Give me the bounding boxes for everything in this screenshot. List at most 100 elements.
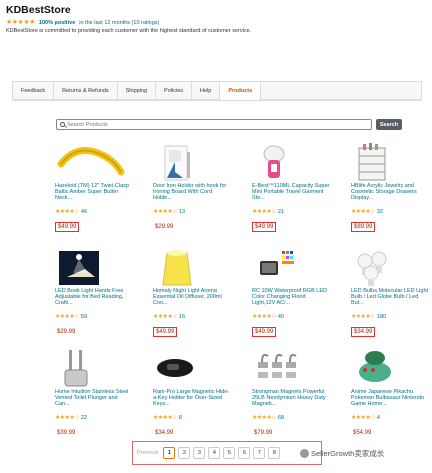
- product-price: $34.99: [351, 327, 376, 337]
- product-title[interactable]: Strongman Magnets Powerful 25LB Neodymiu…: [252, 389, 330, 414]
- bulbasaur-planter-icon[interactable]: [351, 348, 425, 388]
- product-card[interactable]: Anime Japanese Pikachu Pokemon Bulbasaur…: [351, 348, 429, 439]
- product-title[interactable]: RC 10W Waterproof RGB LED Color Changing…: [252, 288, 330, 313]
- tab-feedback[interactable]: Feedback: [13, 82, 55, 99]
- product-title[interactable]: LED Book Light Hands Free Adjustable for…: [55, 288, 133, 313]
- product-price: $39.99: [57, 430, 76, 436]
- product-card[interactable]: Hazeloid (TM) 12" Twist-Clasp Baltic Amb…: [55, 142, 133, 233]
- product-price: $34.99: [155, 430, 174, 436]
- rating-stars-icon: ★★★★☆: [351, 314, 376, 320]
- page-1[interactable]: 1: [163, 447, 176, 459]
- product-price: $89.99: [351, 222, 376, 232]
- book-light-icon[interactable]: [55, 247, 129, 287]
- page-8[interactable]: 8: [268, 447, 281, 459]
- store-tagline: KDBestStore is committed to providing ea…: [6, 28, 252, 34]
- oil-diffuser-icon[interactable]: [153, 247, 227, 287]
- rating-period: in the last 12 months (10 ratings): [79, 19, 160, 26]
- rating-count[interactable]: 22: [81, 415, 87, 421]
- search-icon: [60, 122, 65, 127]
- rating-stars-icon: ★★★★☆: [252, 209, 277, 215]
- rating-count[interactable]: 180: [377, 314, 386, 320]
- product-card[interactable]: LED Bulbs,Molecular LED Light Bulb / Led…: [351, 247, 429, 338]
- page-2[interactable]: 2: [178, 447, 191, 459]
- rating-stars-icon: ★★★★☆: [153, 209, 178, 215]
- product-price: $49.99: [153, 327, 178, 337]
- search-box[interactable]: [56, 119, 372, 130]
- pagination: Previous 1 2 3 4 5 6 7 8: [132, 441, 322, 465]
- key-holder-icon[interactable]: [153, 348, 227, 388]
- rating-stars-icon: ★★★★☆: [351, 415, 376, 421]
- product-title[interactable]: Anime Japanese Pikachu Pokemon Bulbasaur…: [351, 389, 429, 414]
- store-header: KDBestStore ★★★★★ 100% positive in the l…: [6, 4, 426, 34]
- rating-count[interactable]: 59: [81, 314, 87, 320]
- page-5[interactable]: 5: [223, 447, 236, 459]
- rating-count[interactable]: 46: [81, 209, 87, 215]
- product-card[interactable]: Home Intuition Stainless Steel Vented To…: [55, 348, 133, 439]
- product-title[interactable]: Ram-Pro Large Magnetic Hide-a-Key Holder…: [153, 389, 231, 414]
- rating-stars-icon: ★★★★★: [6, 19, 35, 26]
- rating-count[interactable]: 21: [278, 209, 284, 215]
- rating-count[interactable]: 68: [278, 415, 284, 421]
- rating-count[interactable]: 40: [278, 314, 284, 320]
- product-price: $49.99: [252, 222, 277, 232]
- previous-link[interactable]: Previous: [137, 450, 158, 456]
- toilet-plunger-icon[interactable]: [55, 348, 129, 388]
- magnet-hooks-icon[interactable]: [252, 348, 326, 388]
- positive-rate[interactable]: 100% positive: [39, 20, 75, 26]
- led-bulbs-icon[interactable]: [351, 247, 425, 287]
- rating-count[interactable]: 16: [179, 314, 185, 320]
- product-card[interactable]: HBlife Acrylic Jewelry and Cosmetic Stor…: [351, 142, 429, 233]
- watermark: SellerGrowth卖家成长: [300, 448, 384, 459]
- product-title[interactable]: Home Intuition Stainless Steel Vented To…: [55, 389, 133, 414]
- tab-policies[interactable]: Policies: [156, 82, 192, 99]
- product-price: $49.99: [252, 327, 277, 337]
- rating-stars-icon: ★★★★☆: [55, 314, 80, 320]
- rating-stars-icon: ★★★★☆: [55, 209, 80, 215]
- product-search: Search: [56, 119, 402, 131]
- iron-holder-icon[interactable]: [153, 142, 227, 182]
- product-title[interactable]: Homaly Night Light Aroma Essential Oil D…: [153, 288, 231, 313]
- product-title[interactable]: Hazeloid (TM) 12" Twist-Clasp Baltic Amb…: [55, 183, 133, 208]
- amber-necklace-icon[interactable]: [55, 142, 129, 182]
- tabs-divider: [12, 100, 422, 101]
- rating-count[interactable]: 4: [377, 415, 380, 421]
- page-7[interactable]: 7: [253, 447, 266, 459]
- store-tabs: Feedback Returns & Refunds Shipping Poli…: [12, 81, 422, 102]
- garment-steamer-icon[interactable]: [252, 142, 326, 182]
- flood-light-icon[interactable]: [252, 247, 326, 287]
- product-price: $29.99: [155, 224, 174, 230]
- search-input[interactable]: [66, 121, 371, 128]
- watermark-logo-icon: [300, 449, 309, 458]
- product-card[interactable]: Strongman Magnets Powerful 25LB Neodymiu…: [252, 348, 330, 439]
- product-card[interactable]: Door Iron Holder with hook for Ironing B…: [153, 142, 231, 233]
- store-name: KDBestStore: [6, 4, 71, 16]
- product-title[interactable]: Door Iron Holder with hook for Ironing B…: [153, 183, 231, 208]
- product-card[interactable]: RC 10W Waterproof RGB LED Color Changing…: [252, 247, 330, 338]
- tab-help[interactable]: Help: [192, 82, 221, 99]
- tab-products[interactable]: Products: [220, 82, 262, 102]
- page-3[interactable]: 3: [193, 447, 206, 459]
- tab-returns-refunds[interactable]: Returns & Refunds: [54, 82, 118, 99]
- rating-count[interactable]: 13: [179, 209, 185, 215]
- rating-count[interactable]: 8: [179, 415, 182, 421]
- product-card[interactable]: Homaly Night Light Aroma Essential Oil D…: [153, 247, 231, 338]
- cosmetic-drawers-icon[interactable]: [351, 142, 425, 182]
- product-price: $29.99: [57, 329, 76, 335]
- product-card[interactable]: LED Book Light Hands Free Adjustable for…: [55, 247, 133, 338]
- rating-count[interactable]: 32: [377, 209, 383, 215]
- product-card[interactable]: E-Best™110ML Capacity Super Mini Portabl…: [252, 142, 330, 233]
- product-card[interactable]: Ram-Pro Large Magnetic Hide-a-Key Holder…: [153, 348, 231, 439]
- product-price: $54.99: [353, 430, 372, 436]
- product-title[interactable]: E-Best™110ML Capacity Super Mini Portabl…: [252, 183, 330, 208]
- page-4[interactable]: 4: [208, 447, 221, 459]
- product-title[interactable]: LED Bulbs,Molecular LED Light Bulb / Led…: [351, 288, 429, 313]
- search-button[interactable]: Search: [376, 119, 402, 130]
- rating-stars-icon: ★★★★☆: [153, 314, 178, 320]
- tab-shipping[interactable]: Shipping: [118, 82, 157, 99]
- page-6[interactable]: 6: [238, 447, 251, 459]
- store-rating: ★★★★★ 100% positive in the last 12 month…: [6, 19, 426, 26]
- product-title[interactable]: HBlife Acrylic Jewelry and Cosmetic Stor…: [351, 183, 429, 208]
- rating-stars-icon: ★★★★☆: [252, 314, 277, 320]
- rating-stars-icon: ★★★★☆: [153, 415, 178, 421]
- rating-stars-icon: ★★★★☆: [351, 209, 376, 215]
